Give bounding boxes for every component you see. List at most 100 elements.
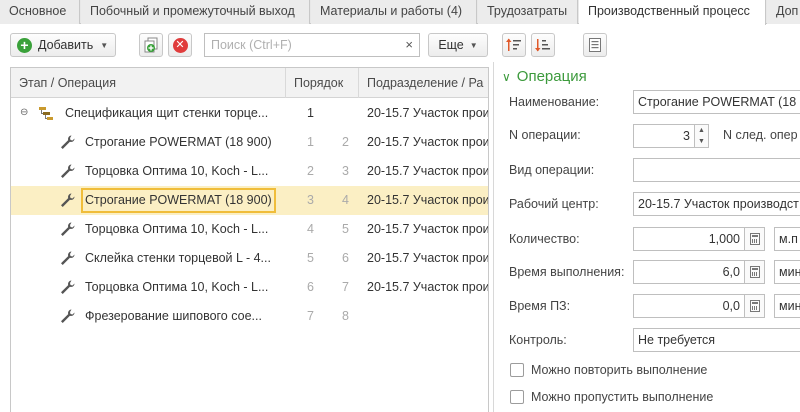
- document-button[interactable]: [583, 33, 607, 57]
- tab-production-process[interactable]: Производственный процесс: [579, 0, 766, 25]
- operation-name: Строгание POWERMAT (18 900): [85, 135, 272, 149]
- table-row[interactable]: ⊖ Спецификация щит стенки торце... 1 20-…: [11, 99, 488, 128]
- wrench-icon: [61, 280, 75, 294]
- operation-name: Спецификация щит стенки торце...: [65, 106, 269, 120]
- delete-button[interactable]: ✕: [168, 33, 192, 57]
- order-value: 5: [307, 251, 314, 265]
- op-number-field[interactable]: 3: [633, 124, 695, 148]
- wrench-icon: [61, 164, 75, 178]
- time-label: Время выполнения:: [509, 265, 625, 279]
- table-row[interactable]: Строгание POWERMAT (18 900) 1 2 20-15.7 …: [11, 128, 488, 157]
- operation-name: Фрезерование шипового сое...: [85, 309, 262, 323]
- sort-descending-icon: [535, 39, 550, 52]
- department-value: 20-15.7 Участок прои: [367, 280, 489, 294]
- calculator-icon: [750, 300, 760, 312]
- next-order-value: 8: [342, 309, 349, 323]
- wrench-icon: [61, 309, 75, 323]
- calculator-icon: [750, 266, 760, 278]
- wrench-icon: [61, 222, 75, 236]
- department-value: 20-15.7 Участок прои: [367, 135, 489, 149]
- op-type-field[interactable]: [633, 158, 800, 182]
- search-field[interactable]: ×: [204, 33, 420, 57]
- department-value: 20-15.7 Участок прои: [367, 106, 489, 120]
- department-value: 20-15.7 Участок прои: [367, 164, 489, 178]
- sort-descending-button[interactable]: [531, 33, 555, 57]
- order-value: 7: [307, 309, 314, 323]
- order-value: 4: [307, 222, 314, 236]
- time-unit-field[interactable]: мин: [774, 260, 800, 284]
- stage-icon: [39, 107, 53, 120]
- wrench-icon: [61, 135, 75, 149]
- op-type-label: Вид операции:: [509, 163, 595, 177]
- repeat-checkbox-label[interactable]: Можно повторить выполнение: [531, 362, 707, 378]
- operation-name: Торцовка Оптима 10, Koch - L...: [85, 164, 269, 178]
- name-field[interactable]: Строгание POWERMAT (18: [633, 90, 800, 114]
- skip-checkbox-label[interactable]: Можно пропустить выполнение: [531, 389, 713, 405]
- chevron-down-icon: ∨: [502, 70, 511, 84]
- workcenter-field[interactable]: 20-15.7 Участок производст: [633, 192, 800, 216]
- tab-main[interactable]: Основное: [0, 0, 80, 24]
- copy-button[interactable]: [139, 33, 163, 57]
- name-label: Наименование:: [509, 95, 600, 109]
- table-row[interactable]: Склейка стенки торцевой L - 4... 5 6 20-…: [11, 244, 488, 273]
- op-number-stepper[interactable]: ▲ ▼: [695, 124, 709, 148]
- wrench-icon: [61, 193, 75, 207]
- order-value: 6: [307, 280, 314, 294]
- order-value: 1: [307, 106, 314, 120]
- add-button-label: Добавить: [38, 38, 94, 52]
- table-row[interactable]: Торцовка Оптима 10, Koch - L... 4 5 20-1…: [11, 215, 488, 244]
- operation-name: Склейка стенки торцевой L - 4...: [85, 251, 271, 265]
- quantity-calculator-button[interactable]: [745, 227, 765, 251]
- more-button-label: Еще: [438, 38, 464, 52]
- collapse-icon[interactable]: ⊖: [20, 107, 28, 118]
- quantity-label: Количество:: [509, 232, 580, 246]
- column-header-department[interactable]: Подразделение / Ра: [359, 68, 488, 98]
- table-row[interactable]: Торцовка Оптима 10, Koch - L... 2 3 20-1…: [11, 157, 488, 186]
- table-row-selected[interactable]: Строгание POWERMAT (18 900) 3 4 20-15.7 …: [11, 186, 488, 215]
- department-value: [367, 302, 488, 331]
- more-button[interactable]: Еще ▼: [428, 33, 488, 57]
- next-order-value: 4: [342, 193, 349, 207]
- chevron-down-icon: ▼: [100, 40, 109, 50]
- tab-byproduct[interactable]: Побочный и промежуточный выход: [81, 0, 310, 24]
- sort-ascending-button[interactable]: [502, 33, 526, 57]
- table-row[interactable]: Фрезерование шипового сое... 7 8: [11, 302, 488, 331]
- delete-icon: ✕: [172, 37, 188, 53]
- time-field[interactable]: 6,0: [633, 260, 745, 284]
- tab-labor[interactable]: Трудозатраты: [478, 0, 578, 24]
- tab-additional[interactable]: Доп: [767, 0, 800, 24]
- next-order-value: 2: [342, 135, 349, 149]
- tab-bar: Основное Побочный и промежуточный выход …: [0, 0, 800, 25]
- document-list-icon: [589, 38, 601, 52]
- column-header-order[interactable]: Порядок: [286, 68, 359, 98]
- control-field[interactable]: Не требуется: [633, 328, 800, 352]
- search-input[interactable]: [205, 34, 395, 56]
- setup-time-calculator-button[interactable]: [745, 294, 765, 318]
- order-value: 3: [307, 193, 314, 207]
- next-order-value: 5: [342, 222, 349, 236]
- tab-materials[interactable]: Материалы и работы (4): [311, 0, 477, 24]
- operations-table: Этап / Операция Порядок Подразделение / …: [10, 67, 489, 412]
- clear-icon[interactable]: ×: [405, 37, 413, 52]
- quantity-field[interactable]: 1,000: [633, 227, 745, 251]
- order-value: 1: [307, 135, 314, 149]
- calculator-icon: [750, 233, 760, 245]
- add-button[interactable]: + Добавить ▼: [10, 33, 116, 57]
- copy-add-icon: [144, 37, 158, 53]
- skip-checkbox[interactable]: [510, 390, 524, 404]
- operation-name: Строгание POWERMAT (18 900): [81, 188, 276, 213]
- setup-time-unit-field[interactable]: мин: [774, 294, 800, 318]
- control-label: Контроль:: [509, 333, 567, 347]
- next-order-value: 7: [342, 280, 349, 294]
- operation-group-header[interactable]: ∨ Операция: [502, 67, 587, 87]
- panel-divider[interactable]: [493, 62, 494, 412]
- table-row[interactable]: Торцовка Оптима 10, Koch - L... 6 7 20-1…: [11, 273, 488, 302]
- plus-icon: +: [17, 37, 32, 53]
- quantity-unit-field[interactable]: м.п: [774, 227, 800, 251]
- wrench-icon: [61, 251, 75, 265]
- repeat-checkbox[interactable]: [510, 363, 524, 377]
- column-header-stage[interactable]: Этап / Операция: [11, 68, 286, 98]
- department-value: 20-15.7 Участок прои: [367, 222, 489, 236]
- setup-time-field[interactable]: 0,0: [633, 294, 745, 318]
- time-calculator-button[interactable]: [745, 260, 765, 284]
